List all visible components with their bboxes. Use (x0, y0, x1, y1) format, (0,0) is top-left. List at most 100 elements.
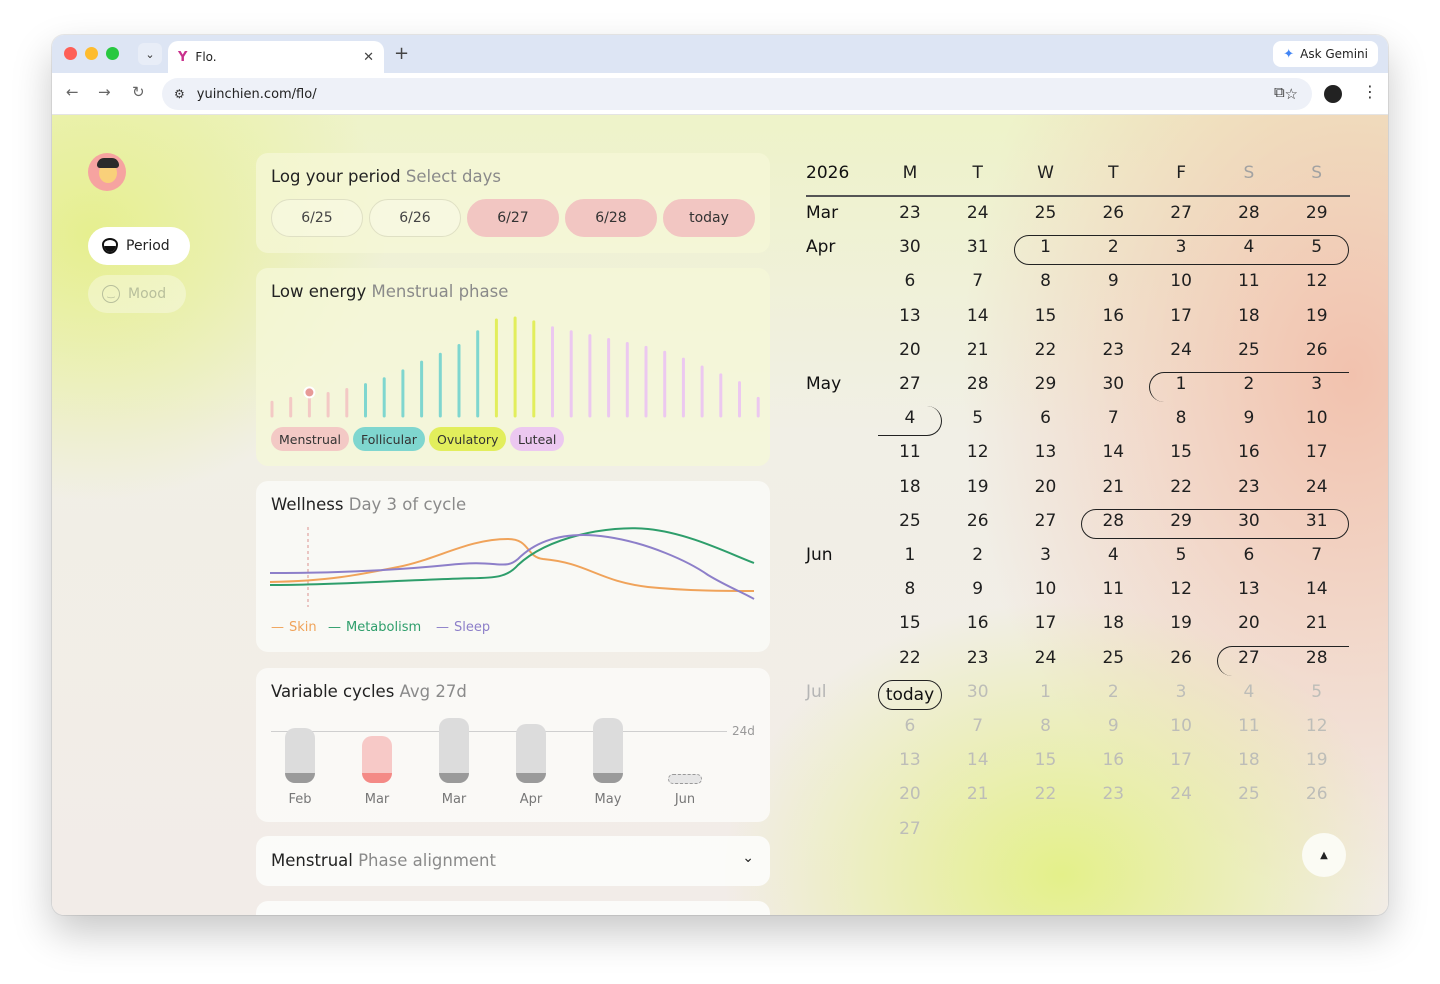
calendar-day[interactable]: 12 (1147, 579, 1215, 599)
phase-alignment-card[interactable]: Menstrual Phase alignment ⌄ (256, 836, 770, 886)
ask-gemini-button[interactable]: ✦ Ask Gemini (1273, 41, 1378, 67)
calendar-day[interactable]: 1 (1147, 374, 1215, 394)
calendar-day[interactable]: 4 (876, 408, 944, 428)
back-arrow-icon[interactable]: ← (66, 83, 79, 101)
calendar-day[interactable]: 30 (1079, 374, 1147, 394)
calendar-day[interactable]: 29 (1012, 374, 1080, 394)
calendar-day[interactable]: 10 (1012, 579, 1080, 599)
calendar-day[interactable]: 4 (1215, 237, 1283, 257)
calendar-day[interactable]: 22 (1147, 477, 1215, 497)
calendar-day[interactable]: 25 (1215, 784, 1283, 804)
calendar-day[interactable]: 28 (1215, 203, 1283, 223)
calendar-day[interactable]: 6 (876, 716, 944, 736)
calendar-day[interactable]: 12 (944, 442, 1012, 462)
calendar-day[interactable]: 9 (944, 579, 1012, 599)
omnibox[interactable]: ⚙ yuinchien.com/flo/ ☆ (162, 78, 1312, 110)
calendar-day[interactable]: 23 (944, 648, 1012, 668)
calendar-day[interactable]: 8 (1012, 271, 1080, 291)
calendar-day[interactable]: 16 (1215, 442, 1283, 462)
calendar-day[interactable]: 31 (944, 237, 1012, 257)
calendar-day[interactable]: 28 (1283, 648, 1351, 668)
calendar-day[interactable]: 17 (1283, 442, 1351, 462)
day-pill[interactable]: 6/25 (271, 199, 363, 237)
cycle-bar[interactable] (516, 724, 546, 783)
calendar-day[interactable]: 26 (1079, 203, 1147, 223)
calendar-day[interactable]: 3 (1012, 545, 1080, 565)
calendar-day[interactable]: 23 (876, 203, 944, 223)
calendar-day[interactable]: 11 (1215, 716, 1283, 736)
calendar-day[interactable]: 30 (1215, 511, 1283, 531)
calendar-day[interactable]: 14 (1079, 442, 1147, 462)
calendar-day[interactable]: 15 (1012, 306, 1080, 326)
calendar-day[interactable]: 22 (1012, 784, 1080, 804)
forward-arrow-icon[interactable]: → (98, 83, 111, 101)
calendar-day[interactable]: 1 (1012, 237, 1080, 257)
calendar-day[interactable]: 17 (1012, 613, 1080, 633)
calendar-day[interactable]: 26 (1283, 784, 1351, 804)
calendar-day[interactable]: 11 (876, 442, 944, 462)
calendar-day[interactable]: 19 (944, 477, 1012, 497)
calendar-day[interactable]: 5 (1283, 682, 1351, 702)
calendar-day[interactable]: 16 (1079, 750, 1147, 770)
user-avatar[interactable] (88, 153, 126, 191)
calendar-day[interactable]: 8 (876, 579, 944, 599)
calendar-day[interactable]: 13 (876, 750, 944, 770)
calendar-day[interactable]: 3 (1147, 237, 1215, 257)
calendar-day[interactable]: 19 (1283, 750, 1351, 770)
calendar-day[interactable]: 31 (1283, 511, 1351, 531)
calendar-day[interactable]: 15 (876, 613, 944, 633)
site-settings-icon[interactable]: ⚙ (174, 87, 185, 101)
calendar-day[interactable]: 7 (944, 716, 1012, 736)
calendar-day[interactable]: 26 (1283, 340, 1351, 360)
calendar-day[interactable]: 18 (1079, 613, 1147, 633)
more-menu-icon[interactable]: ⋮ (1362, 82, 1378, 101)
calendar-day[interactable]: 6 (876, 271, 944, 291)
calendar-day[interactable]: 24 (1283, 477, 1351, 497)
calendar-day[interactable]: 2 (1079, 682, 1147, 702)
calendar-day[interactable]: 9 (1215, 408, 1283, 428)
calendar-day[interactable]: 19 (1283, 306, 1351, 326)
new-tab-button[interactable]: + (394, 43, 409, 64)
cycle-bar[interactable] (593, 718, 623, 783)
cycle-bar[interactable] (285, 728, 315, 783)
calendar-day[interactable]: 12 (1283, 716, 1351, 736)
profile-avatar[interactable] (1324, 85, 1342, 103)
chevron-down-icon[interactable]: ⌄ (742, 850, 754, 866)
calendar-day[interactable]: 27 (876, 374, 944, 394)
calendar-day[interactable]: 9 (1079, 271, 1147, 291)
calendar-day[interactable]: 7 (1079, 408, 1147, 428)
calendar-day[interactable]: 17 (1147, 306, 1215, 326)
calendar-day[interactable]: 26 (1147, 648, 1215, 668)
calendar-day[interactable]: 20 (1012, 477, 1080, 497)
calendar-day[interactable]: 20 (1215, 613, 1283, 633)
calendar-day[interactable]: 18 (1215, 306, 1283, 326)
calendar-day[interactable]: 27 (1012, 511, 1080, 531)
calendar-day[interactable]: 8 (1147, 408, 1215, 428)
calendar-day[interactable]: 11 (1215, 271, 1283, 291)
minimize-window-button[interactable] (85, 47, 98, 60)
calendar-day[interactable]: 21 (944, 340, 1012, 360)
calendar-day[interactable]: 14 (1283, 579, 1351, 599)
calendar-day[interactable]: 11 (1079, 579, 1147, 599)
calendar-day[interactable]: 5 (944, 408, 1012, 428)
calendar-day[interactable]: 27 (876, 819, 944, 839)
close-window-button[interactable] (64, 47, 77, 60)
calendar-day[interactable]: 25 (1215, 340, 1283, 360)
calendar-day[interactable]: 13 (1215, 579, 1283, 599)
day-pill[interactable]: today (663, 199, 755, 237)
calendar-day[interactable]: 2 (1215, 374, 1283, 394)
calendar-day[interactable]: 21 (944, 784, 1012, 804)
calendar-day[interactable]: 22 (876, 648, 944, 668)
calendar-day[interactable]: 28 (944, 374, 1012, 394)
calendar-day[interactable]: 23 (1079, 784, 1147, 804)
calendar-day[interactable]: 9 (1079, 716, 1147, 736)
calendar-day[interactable]: 28 (1079, 511, 1147, 531)
calendar-day[interactable]: 13 (1012, 442, 1080, 462)
calendar-day[interactable]: 25 (1079, 648, 1147, 668)
calendar-day[interactable]: 1 (876, 545, 944, 565)
calendar-day[interactable]: 10 (1147, 716, 1215, 736)
bookmark-star-icon[interactable]: ☆ (1285, 85, 1298, 103)
calendar-day[interactable]: 21 (1283, 613, 1351, 633)
calendar-day[interactable]: 30 (944, 682, 1012, 702)
day-pill[interactable]: 6/27 (467, 199, 559, 237)
